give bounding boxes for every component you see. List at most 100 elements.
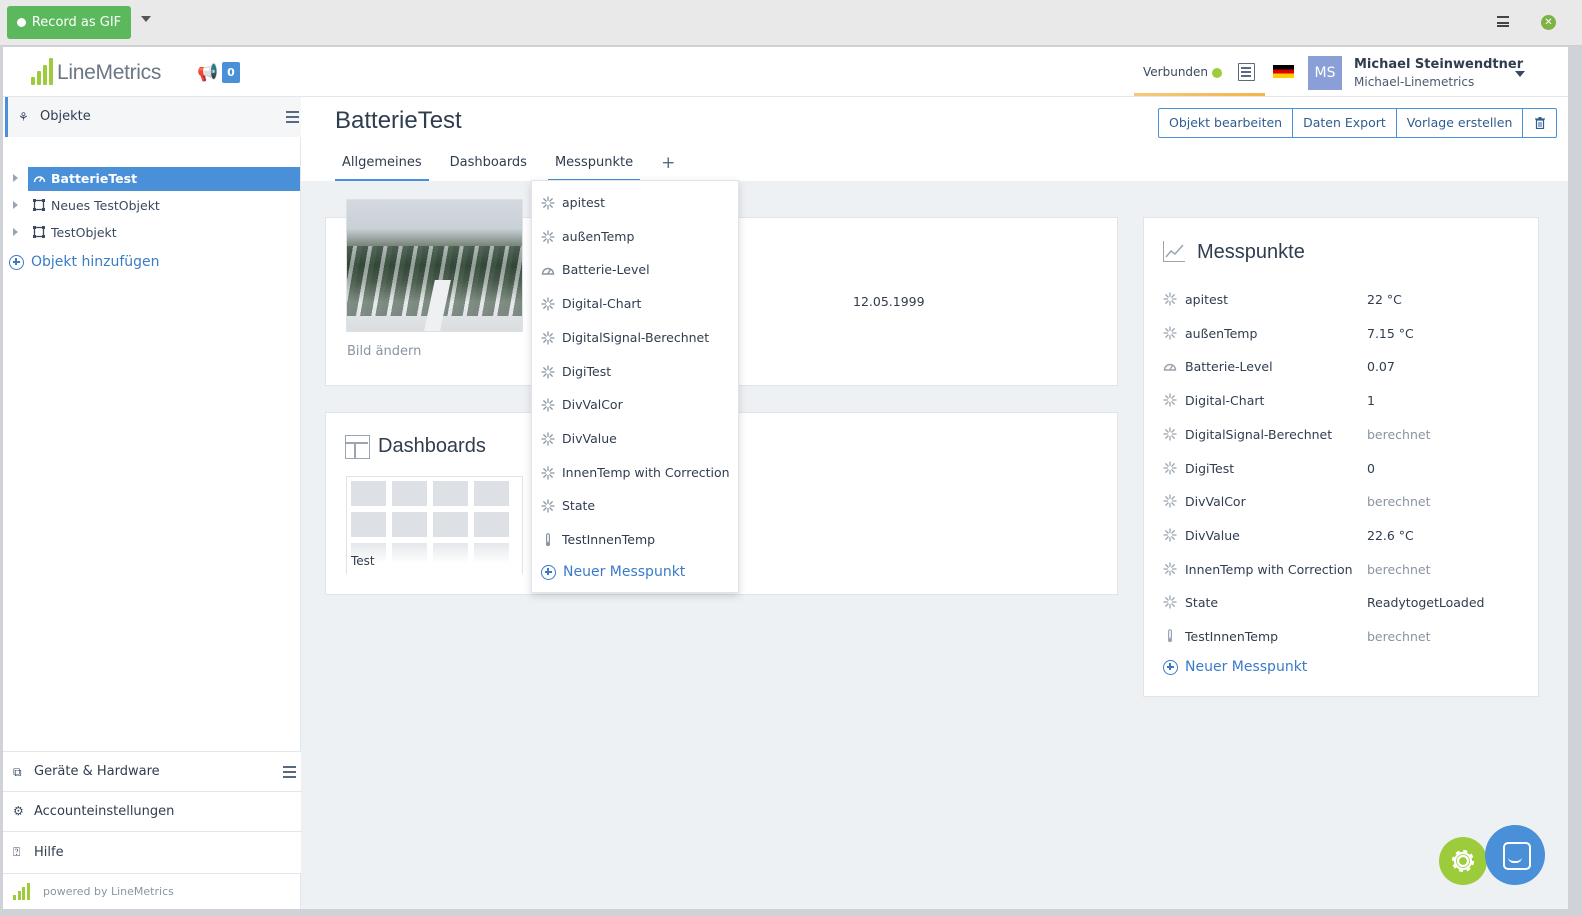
- notification-badge[interactable]: 0: [222, 62, 240, 83]
- spinner-icon: [1163, 326, 1177, 340]
- dropdown-item-label: State: [562, 498, 596, 514]
- list-view-icon[interactable]: [286, 111, 299, 123]
- messpunkt-value: 0: [1367, 460, 1375, 476]
- dropdown-item[interactable]: DigitalSignal-Berechnet: [532, 323, 738, 353]
- chat-fab-button[interactable]: [1485, 825, 1545, 885]
- dropdown-item[interactable]: DigiTest: [532, 357, 738, 387]
- expand-caret-icon[interactable]: [13, 201, 18, 209]
- user-menu-chevron-down-icon[interactable]: [1515, 71, 1525, 77]
- user-organization[interactable]: Michael-Linemetrics: [1354, 75, 1474, 89]
- tree-node[interactable]: TestObjekt: [28, 221, 300, 245]
- sidebar: ⚘ Objekte BatterieTest Neues TestObjekt: [3, 97, 301, 909]
- spinner-icon: [1163, 292, 1177, 306]
- close-icon[interactable]: ✕: [1541, 15, 1556, 30]
- messpunkt-row[interactable]: DigiTest 0: [1144, 452, 1540, 486]
- create-template-button[interactable]: Vorlage erstellen: [1397, 109, 1524, 137]
- sidebar-item-account-settings[interactable]: ⚙ Accounteinstellungen: [3, 791, 301, 831]
- dropdown-item-label: DigiTest: [562, 363, 612, 379]
- connection-underline: [1134, 93, 1265, 96]
- object-image[interactable]: [346, 199, 523, 332]
- tree-item-testobjekt[interactable]: TestObjekt: [3, 221, 301, 245]
- messpunkt-row[interactable]: außenTemp 7.15 °C: [1144, 317, 1540, 351]
- tree-item-label: BatterieTest: [51, 171, 138, 186]
- megaphone-icon[interactable]: 📢: [197, 63, 218, 83]
- sidebar-section-objekte[interactable]: ⚘ Objekte: [5, 97, 301, 137]
- sidebar-item-help[interactable]: ⍰ Hilfe: [3, 831, 301, 873]
- messpunkt-row[interactable]: TestInnenTemp berechnet: [1144, 620, 1540, 654]
- dashboard-icon: [345, 435, 370, 459]
- dropdown-item[interactable]: apitest: [532, 188, 738, 218]
- messpunkt-row[interactable]: InnenTemp with Correction berechnet: [1144, 553, 1540, 587]
- dropdown-item[interactable]: State: [532, 491, 738, 521]
- tree-node[interactable]: Neues TestObjekt: [28, 194, 300, 218]
- tab-allgemeines[interactable]: Allgemeines: [335, 153, 429, 181]
- record-gif-label: Record as GIF: [31, 15, 122, 30]
- powered-by-label: powered by LineMetrics: [43, 885, 174, 898]
- add-tab-button[interactable]: +: [654, 153, 682, 181]
- list-view-icon[interactable]: [283, 766, 296, 778]
- trash-icon: [1534, 117, 1545, 130]
- record-gif-button[interactable]: Record as GIF: [7, 6, 131, 39]
- messpunkt-row[interactable]: apitest 22 °C: [1144, 283, 1540, 317]
- help-icon: ⍰: [13, 845, 21, 859]
- hamburger-menu-icon[interactable]: [1497, 16, 1509, 27]
- add-object-link[interactable]: Objekt hinzufügen: [9, 254, 160, 270]
- spinner-icon: [1163, 494, 1177, 508]
- dropdown-item[interactable]: TestInnenTemp: [532, 525, 738, 555]
- dropdown-item[interactable]: DivValue: [532, 424, 738, 454]
- tree-item-label: Neues TestObjekt: [51, 198, 160, 213]
- connection-dot-icon: [1212, 68, 1222, 78]
- messpunkt-row[interactable]: State ReadytogetLoaded: [1144, 586, 1540, 620]
- dropdown-item[interactable]: Batterie-Level: [532, 255, 738, 285]
- logo-bars-icon: [13, 883, 30, 900]
- settings-fab-button[interactable]: [1439, 837, 1487, 885]
- dropdown-item[interactable]: InnenTemp with Correction: [532, 458, 738, 488]
- expand-caret-icon[interactable]: [13, 174, 18, 182]
- messpunkt-row[interactable]: DigitalSignal-Berechnet berechnet: [1144, 418, 1540, 452]
- dropdown-item[interactable]: Digital-Chart: [532, 289, 738, 319]
- linemetrics-logo[interactable]: LineMetrics: [31, 58, 161, 85]
- dropdown-item-label: DivValue: [562, 430, 617, 446]
- messpunkt-value: berechnet: [1367, 561, 1431, 577]
- messpunkte-dropdown: apitest außenTemp Batterie-Level Digital-Ch…: [531, 180, 739, 593]
- tree-item-batterietest[interactable]: BatterieTest: [3, 167, 301, 191]
- dropdown-item-label: Digital-Chart: [562, 296, 642, 312]
- spinner-icon: [1163, 427, 1177, 441]
- sidebar-item-devices[interactable]: ⧉ Geräte & Hardware: [3, 751, 301, 791]
- record-options-caret-icon[interactable]: [141, 16, 151, 22]
- messpunkt-row[interactable]: Digital-Chart 1: [1144, 384, 1540, 418]
- object-date: 12.05.1999: [853, 294, 925, 309]
- messpunkt-name: DivValue: [1185, 527, 1240, 543]
- avatar[interactable]: MS: [1308, 56, 1342, 90]
- object-header: BatterieTest Allgemeines Dashboards Mess…: [301, 97, 1568, 181]
- tree-item-label: TestObjekt: [51, 225, 117, 240]
- tree-item-neues-testobjekt[interactable]: Neues TestObjekt: [3, 194, 301, 218]
- dashboard-thumbnail[interactable]: Test: [346, 476, 523, 575]
- german-flag-icon[interactable]: [1273, 65, 1294, 78]
- documentation-icon[interactable]: [1238, 63, 1255, 81]
- messpunkt-row[interactable]: Batterie-Level 0.07: [1144, 350, 1540, 384]
- dropdown-new-messpunkt-link[interactable]: Neuer Messpunkt: [541, 564, 685, 580]
- spinner-icon: [541, 196, 555, 210]
- tree-node[interactable]: BatterieTest: [28, 167, 300, 191]
- tab-dashboards[interactable]: Dashboards: [443, 153, 534, 181]
- messpunkt-row[interactable]: DivValue 22.6 °C: [1144, 519, 1540, 553]
- devices-icon: ⧉: [13, 765, 22, 779]
- delete-button[interactable]: [1523, 109, 1556, 137]
- dropdown-item[interactable]: außenTemp: [532, 222, 738, 252]
- expand-caret-icon[interactable]: [13, 228, 18, 236]
- messpunkt-row[interactable]: DivValCor berechnet: [1144, 485, 1540, 519]
- messpunkt-name: Digital-Chart: [1185, 393, 1265, 409]
- messpunkt-name: TestInnenTemp: [1185, 629, 1279, 644]
- connection-status-label: Verbunden: [1143, 65, 1209, 79]
- messpunkt-value: 0.07: [1367, 359, 1395, 375]
- powered-by-footer: powered by LineMetrics: [3, 873, 301, 909]
- spinner-icon: [1163, 595, 1177, 609]
- user-name[interactable]: Michael Steinwendtner: [1354, 57, 1523, 72]
- edit-object-button[interactable]: Objekt bearbeiten: [1159, 109, 1294, 137]
- dropdown-item[interactable]: DivValCor: [532, 390, 738, 420]
- tab-messpunkte[interactable]: Messpunkte: [547, 153, 641, 181]
- new-messpunkt-link[interactable]: Neuer Messpunkt: [1163, 659, 1307, 675]
- data-export-button[interactable]: Daten Export: [1293, 109, 1397, 137]
- change-image-link[interactable]: Bild ändern: [347, 344, 421, 359]
